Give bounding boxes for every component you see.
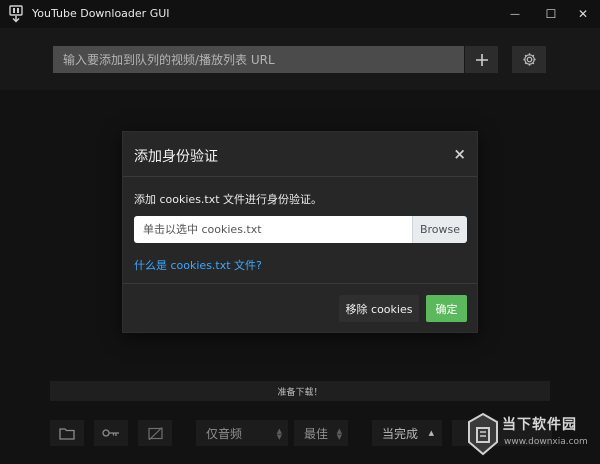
dialog-title: 添加身份验证 <box>134 149 218 165</box>
confirm-label: 确定 <box>435 302 458 316</box>
close-window-button[interactable]: ✕ <box>566 0 600 28</box>
browse-label: Browse <box>419 223 461 236</box>
quality-select[interactable]: 最佳 ▲ ▼ <box>294 420 348 446</box>
watermark-url: www.downxia.com <box>504 437 588 447</box>
after-complete-dropdown[interactable]: 当完成 ▲ <box>372 420 442 446</box>
dialog-close-icon[interactable]: × <box>453 145 466 163</box>
minimize-button[interactable]: — <box>498 0 532 28</box>
authentication-dialog: 添加身份验证 × 添加 cookies.txt 文件进行身份验证。 Browse… <box>122 131 478 333</box>
dialog-header: 添加身份验证 × <box>123 132 477 177</box>
authentication-button[interactable] <box>94 420 128 446</box>
format-select-value: 仅音频 <box>206 426 243 441</box>
browse-button[interactable]: Browse <box>412 216 467 243</box>
remove-cookies-label: 移除 cookies <box>345 302 413 316</box>
caret-up-icon: ▲ <box>428 429 434 437</box>
close-icon: ✕ <box>577 7 589 21</box>
cookies-help-link[interactable]: 什么是 cookies.txt 文件? <box>134 257 262 273</box>
format-select[interactable]: 仅音频 ▲ ▼ <box>196 420 288 446</box>
confirm-button[interactable]: 确定 <box>426 295 467 322</box>
open-folder-button[interactable] <box>50 420 84 446</box>
add-url-button[interactable] <box>465 46 498 73</box>
after-complete-label: 当完成 <box>382 426 419 441</box>
no-image-icon <box>147 426 163 440</box>
title-bar: YouTube Downloader GUI — ☐ ✕ <box>0 0 600 28</box>
watermark-name: 当下软件园 <box>502 417 577 433</box>
quality-select-value: 最佳 <box>304 426 329 441</box>
window-title: YouTube Downloader GUI <box>32 7 170 20</box>
dialog-description: 添加 cookies.txt 文件进行身份验证。 <box>134 193 323 206</box>
download-icon <box>9 5 23 23</box>
plus-icon <box>475 53 488 66</box>
updown-arrows-icon: ▲ ▼ <box>336 427 342 441</box>
url-input[interactable] <box>53 46 464 73</box>
status-bar: 准备下载！ <box>50 381 550 401</box>
maximize-button[interactable]: ☐ <box>534 0 568 28</box>
key-icon <box>102 429 119 437</box>
cookies-file-input[interactable] <box>134 216 412 243</box>
thumbnail-toggle-button[interactable] <box>138 420 172 446</box>
maximize-icon: ☐ <box>545 7 557 21</box>
watermark: 当下软件园 www.downxia.com <box>466 410 596 460</box>
watermark-logo-icon <box>468 412 498 456</box>
dialog-footer-divider <box>123 283 477 284</box>
status-text: 准备下载！ <box>277 387 323 398</box>
minimize-icon: — <box>510 8 520 20</box>
gear-icon <box>522 53 536 66</box>
folder-icon <box>59 427 75 440</box>
settings-button[interactable] <box>512 46 546 73</box>
remove-cookies-button[interactable]: 移除 cookies <box>339 295 419 322</box>
updown-arrows-icon: ▲ ▼ <box>276 427 282 441</box>
